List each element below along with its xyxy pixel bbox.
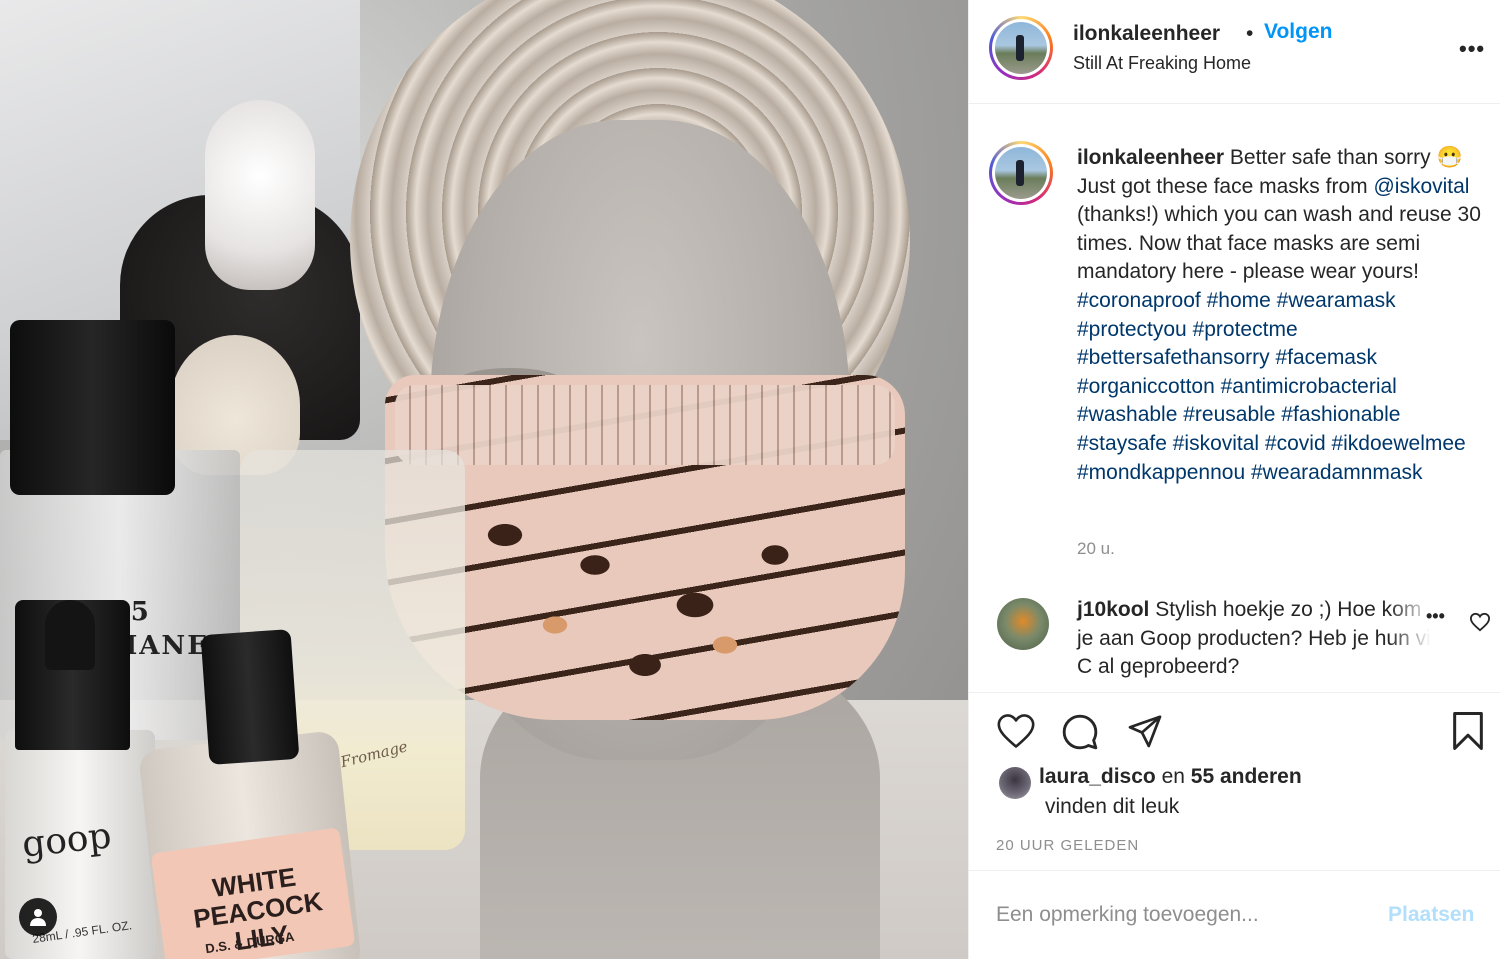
post-header: ilonkaleenheer • Volgen Still At Freakin… — [969, 0, 1500, 104]
comment-item: j10kool Stylish hoekje zo ;) Hoe kom je … — [969, 592, 1500, 684]
mirror-mannequin-head — [205, 100, 315, 290]
caption-username[interactable]: ilonkaleenheer — [1077, 146, 1224, 169]
person-icon — [30, 909, 46, 926]
commenter-username[interactable]: j10kool — [1077, 598, 1149, 621]
author-avatar[interactable] — [989, 16, 1053, 80]
post-actions: laura_disco en 55 anderen vinden dit leu… — [969, 692, 1500, 870]
like-button[interactable] — [996, 713, 1036, 754]
commenter-avatar[interactable] — [997, 598, 1049, 650]
share-button[interactable] — [1126, 713, 1164, 754]
likes-user[interactable]: laura_disco — [1039, 765, 1156, 788]
comment-like-button[interactable] — [1469, 612, 1491, 637]
likes-connector: en — [1161, 765, 1185, 788]
header-separator: • — [1246, 22, 1254, 45]
post-location[interactable]: Still At Freaking Home — [1073, 53, 1251, 74]
heart-outline-icon — [997, 714, 1035, 748]
caption-text-part2: (thanks!) which you can wash and reuse 3… — [1077, 203, 1481, 284]
user-tag-button[interactable] — [19, 898, 57, 936]
post-timestamp[interactable]: 20 UUR GELEDEN — [996, 837, 1139, 854]
heart-outline-icon — [1469, 612, 1491, 632]
caption-time-ago[interactable]: 20 u. — [1077, 539, 1115, 559]
post-caption: ilonkaleenheer Better safe than sorry 😷 … — [1077, 144, 1487, 487]
author-username[interactable]: ilonkaleenheer — [1073, 22, 1220, 46]
save-button[interactable] — [1450, 711, 1486, 756]
caption-author-avatar-image — [995, 147, 1047, 199]
fragrance-cap — [200, 629, 300, 765]
serum-dropper — [45, 600, 95, 670]
caption-author-avatar[interactable] — [989, 141, 1053, 205]
caption-hashtags[interactable]: #coronaproof #home #wearamask #protectyo… — [1077, 289, 1466, 484]
paper-plane-icon — [1128, 715, 1162, 748]
likes-others[interactable]: 55 anderen — [1191, 765, 1302, 788]
add-comment-bar: Plaatsen — [969, 870, 1500, 959]
author-avatar-image — [995, 22, 1047, 74]
perfume-cap — [10, 320, 175, 495]
comment-bubble-icon — [1062, 714, 1098, 750]
caption-mention[interactable]: @iskovital — [1373, 175, 1469, 198]
likes-suffix: vinden dit leuk — [1045, 795, 1180, 818]
face-mask-trim — [395, 385, 895, 465]
comment-more-icon[interactable]: ••• — [1426, 606, 1445, 627]
more-options-icon[interactable]: ••• — [1459, 36, 1485, 62]
comment-body: j10kool Stylish hoekje zo ;) Hoe kom je … — [1077, 596, 1437, 682]
post-comment-button[interactable]: Plaatsen — [1388, 903, 1474, 927]
comment-input[interactable] — [996, 897, 1376, 933]
comment-button[interactable] — [1060, 713, 1100, 756]
post-photo[interactable]: Petit Fromage N°5 CHANEL goop 28mL / .95… — [0, 0, 968, 959]
likes-summary: laura_disco en 55 anderen — [1039, 765, 1302, 789]
post-sidebar: ilonkaleenheer • Volgen Still At Freakin… — [968, 0, 1500, 959]
follow-button[interactable]: Volgen — [1264, 20, 1332, 44]
bookmark-icon — [1453, 712, 1483, 750]
liker-avatar[interactable] — [999, 767, 1031, 799]
